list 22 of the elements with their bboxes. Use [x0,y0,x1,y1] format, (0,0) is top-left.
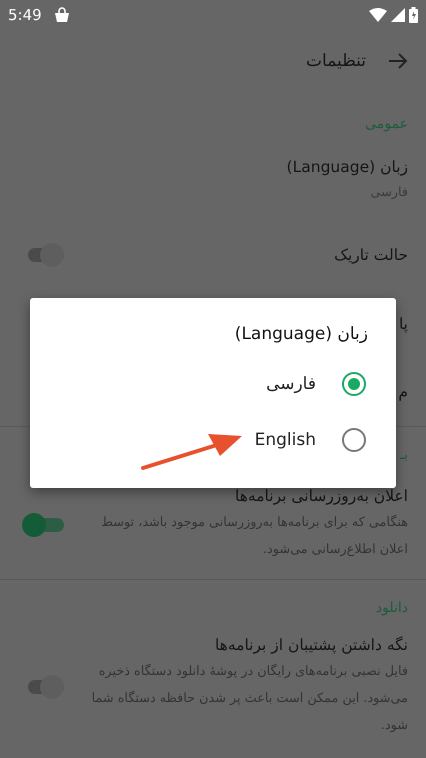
back-arrow-icon[interactable] [388,52,408,70]
setting-title[interactable]: اعلان به‌روزرسانی برنامه‌ها [235,487,408,505]
language-option[interactable]: فارسی [30,356,396,412]
battery-icon [409,7,418,23]
section-header: دانلود [376,600,408,616]
setting-title[interactable]: زبان (Language) [286,158,408,176]
toolbar-title: تنظیمات [306,51,366,71]
radio-button[interactable] [342,372,366,396]
language-option[interactable]: English [30,412,396,468]
section-header: عمومی [365,116,408,132]
setting-title[interactable]: حالت تاریک [334,246,408,264]
section-header: بـ [400,447,408,463]
setting-title[interactable]: نگه داشتن پشتیبان از برنامه‌ها [214,636,408,654]
radio-button[interactable] [342,428,366,452]
setting-title[interactable]: م [398,383,408,401]
toggle-switch[interactable] [22,513,64,537]
shopping-bag-icon [54,7,70,23]
signal-icon [391,8,405,22]
dialog-title: زبان (Language) [234,324,368,344]
wifi-icon [369,8,387,22]
status-time: 5:49 [8,6,42,24]
setting-title[interactable]: پا [398,315,408,333]
